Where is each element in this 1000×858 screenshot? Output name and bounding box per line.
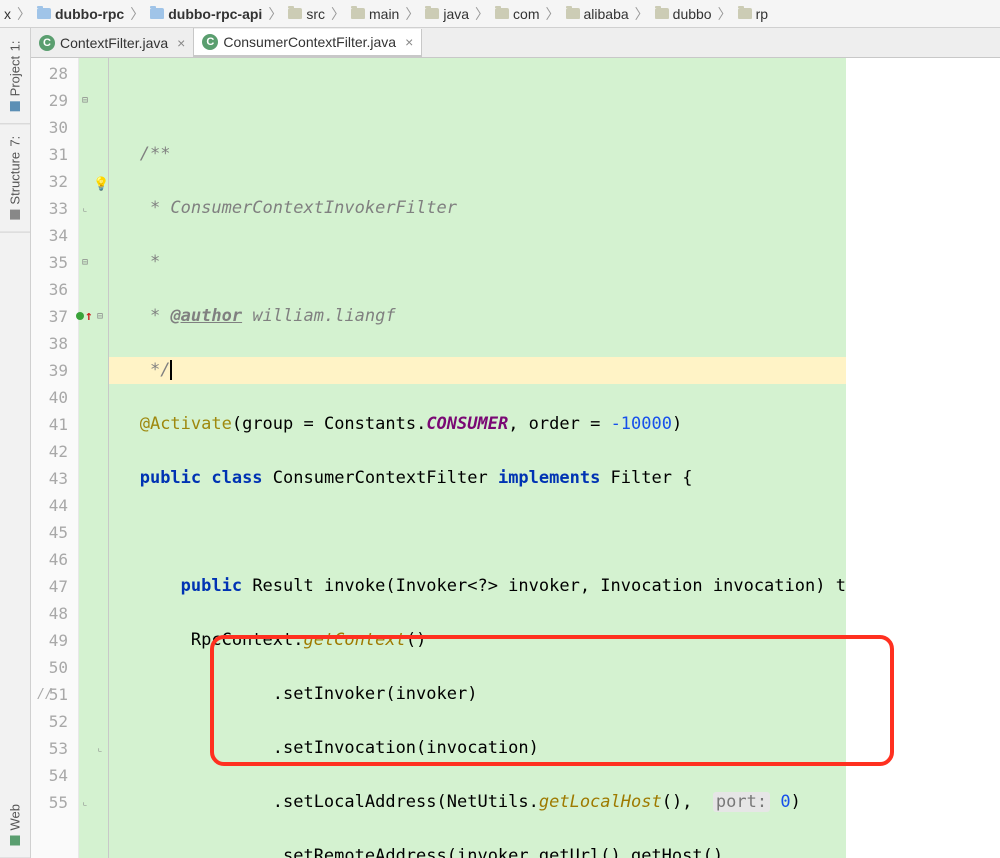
chevron-right-icon: 〉	[716, 4, 734, 24]
override-marker-icon[interactable]	[76, 312, 84, 320]
line-number[interactable]: 31	[31, 141, 68, 168]
line-number[interactable]: 34	[31, 222, 68, 249]
line-number[interactable]: 52	[31, 708, 68, 735]
line-number[interactable]: 46	[31, 546, 68, 573]
line-number[interactable]: 29	[31, 87, 68, 114]
class-icon: C	[39, 35, 55, 51]
line-number[interactable]: 43	[31, 465, 68, 492]
close-icon[interactable]: ×	[401, 34, 413, 50]
chevron-right-icon: 〉	[15, 4, 33, 24]
chevron-right-icon: 〉	[544, 4, 562, 24]
side-tab-project[interactable]: Project 1:	[0, 28, 30, 124]
code-editor[interactable]: /** * ConsumerContextInvokerFilter * * @…	[109, 58, 846, 858]
breadcrumb-item[interactable]: dubbo	[651, 6, 716, 22]
line-number[interactable]: 33	[31, 195, 68, 222]
project-icon	[10, 101, 20, 111]
folder-icon	[425, 8, 439, 19]
breadcrumb-item[interactable]: java	[421, 6, 473, 22]
folder-icon	[351, 8, 365, 19]
folder-icon	[495, 8, 509, 19]
folder-icon	[655, 8, 669, 19]
editor-tab-active[interactable]: C ConsumerContextFilter.java ×	[194, 29, 422, 58]
tool-window-bar: Project 1: Structure 7: Web	[0, 28, 31, 858]
chevron-right-icon: 〉	[633, 4, 651, 24]
editor-tab[interactable]: C ContextFilter.java ×	[31, 28, 194, 57]
close-icon[interactable]: ×	[173, 35, 185, 51]
line-number[interactable]: 54	[31, 762, 68, 789]
chevron-right-icon: 〉	[266, 4, 284, 24]
line-number[interactable]: 39	[31, 357, 68, 384]
chevron-right-icon: 〉	[473, 4, 491, 24]
side-tab-web[interactable]: Web	[0, 792, 30, 858]
gutter-comment-marker: //	[11, 681, 79, 708]
editor-area: 28 29 30 31 32 33 34 35 36 37 38 39 40 4…	[0, 58, 1000, 858]
up-arrow-icon: ↑	[85, 303, 93, 330]
breadcrumb-item[interactable]: src	[284, 6, 329, 22]
line-number[interactable]: 37	[31, 303, 68, 330]
fold-end-icon[interactable]: ⌞	[82, 789, 88, 816]
chevron-right-icon: 〉	[403, 4, 421, 24]
fold-toggle-icon[interactable]: ⊟	[97, 303, 103, 330]
structure-icon	[10, 210, 20, 220]
chevron-right-icon: 〉	[128, 4, 146, 24]
chevron-right-icon: 〉	[329, 4, 347, 24]
fold-end-icon[interactable]: ⌞	[97, 735, 103, 762]
tab-label: ContextFilter.java	[60, 35, 168, 51]
text-cursor	[170, 360, 172, 380]
fold-end-icon[interactable]: ⌞	[82, 195, 88, 222]
side-tab-structure[interactable]: Structure 7:	[0, 124, 30, 233]
module-icon	[150, 8, 164, 19]
web-icon	[10, 835, 20, 845]
line-number[interactable]: 30	[31, 114, 68, 141]
editor-tabs: C ContextFilter.java × C ConsumerContext…	[31, 28, 1000, 58]
line-number[interactable]: 35	[31, 249, 68, 276]
line-number[interactable]: 49	[31, 627, 68, 654]
class-icon: C	[202, 34, 218, 50]
breadcrumb-bar: x 〉 dubbo-rpc 〉 dubbo-rpc-api 〉 src 〉 ma…	[0, 0, 1000, 28]
folder-icon	[566, 8, 580, 19]
line-number[interactable]: 40	[31, 384, 68, 411]
line-number-gutter[interactable]: 28 29 30 31 32 33 34 35 36 37 38 39 40 4…	[31, 58, 79, 858]
line-number[interactable]: 53	[31, 735, 68, 762]
line-number[interactable]: 50	[31, 654, 68, 681]
fold-toggle-icon[interactable]: ⊟	[82, 87, 88, 114]
line-number[interactable]: 55	[31, 789, 68, 816]
line-number[interactable]: 28	[31, 60, 68, 87]
line-number[interactable]: 38	[31, 330, 68, 357]
breadcrumb-item[interactable]: com	[491, 6, 543, 22]
inlay-hint: port:	[713, 792, 770, 812]
breadcrumb-item[interactable]: main	[347, 6, 403, 22]
line-number[interactable]: 44	[31, 492, 68, 519]
editor-fold-gutter[interactable]: ⊟ 💡 ⌞ ⊟ ↑⊟ // ⌞ ⌞	[79, 58, 109, 858]
tab-label: ConsumerContextFilter.java	[223, 34, 396, 50]
folder-icon	[738, 8, 752, 19]
breadcrumb-item[interactable]: rp	[734, 6, 772, 22]
line-number[interactable]: 48	[31, 600, 68, 627]
line-number[interactable]: 42	[31, 438, 68, 465]
module-icon	[37, 8, 51, 19]
fold-toggle-icon[interactable]: ⊟	[82, 249, 88, 276]
line-number[interactable]: 45	[31, 519, 68, 546]
line-number[interactable]: 32	[31, 168, 68, 195]
breadcrumb-item[interactable]: dubbo-rpc	[33, 6, 128, 22]
line-number[interactable]: 41	[31, 411, 68, 438]
folder-icon	[288, 8, 302, 19]
breadcrumb-item[interactable]: x	[0, 6, 15, 22]
line-number[interactable]: 47	[31, 573, 68, 600]
line-number[interactable]: 36	[31, 276, 68, 303]
intention-bulb-icon[interactable]: 💡	[93, 171, 109, 198]
breadcrumb-item[interactable]: dubbo-rpc-api	[146, 6, 266, 22]
breadcrumb-item[interactable]: alibaba	[562, 6, 633, 22]
